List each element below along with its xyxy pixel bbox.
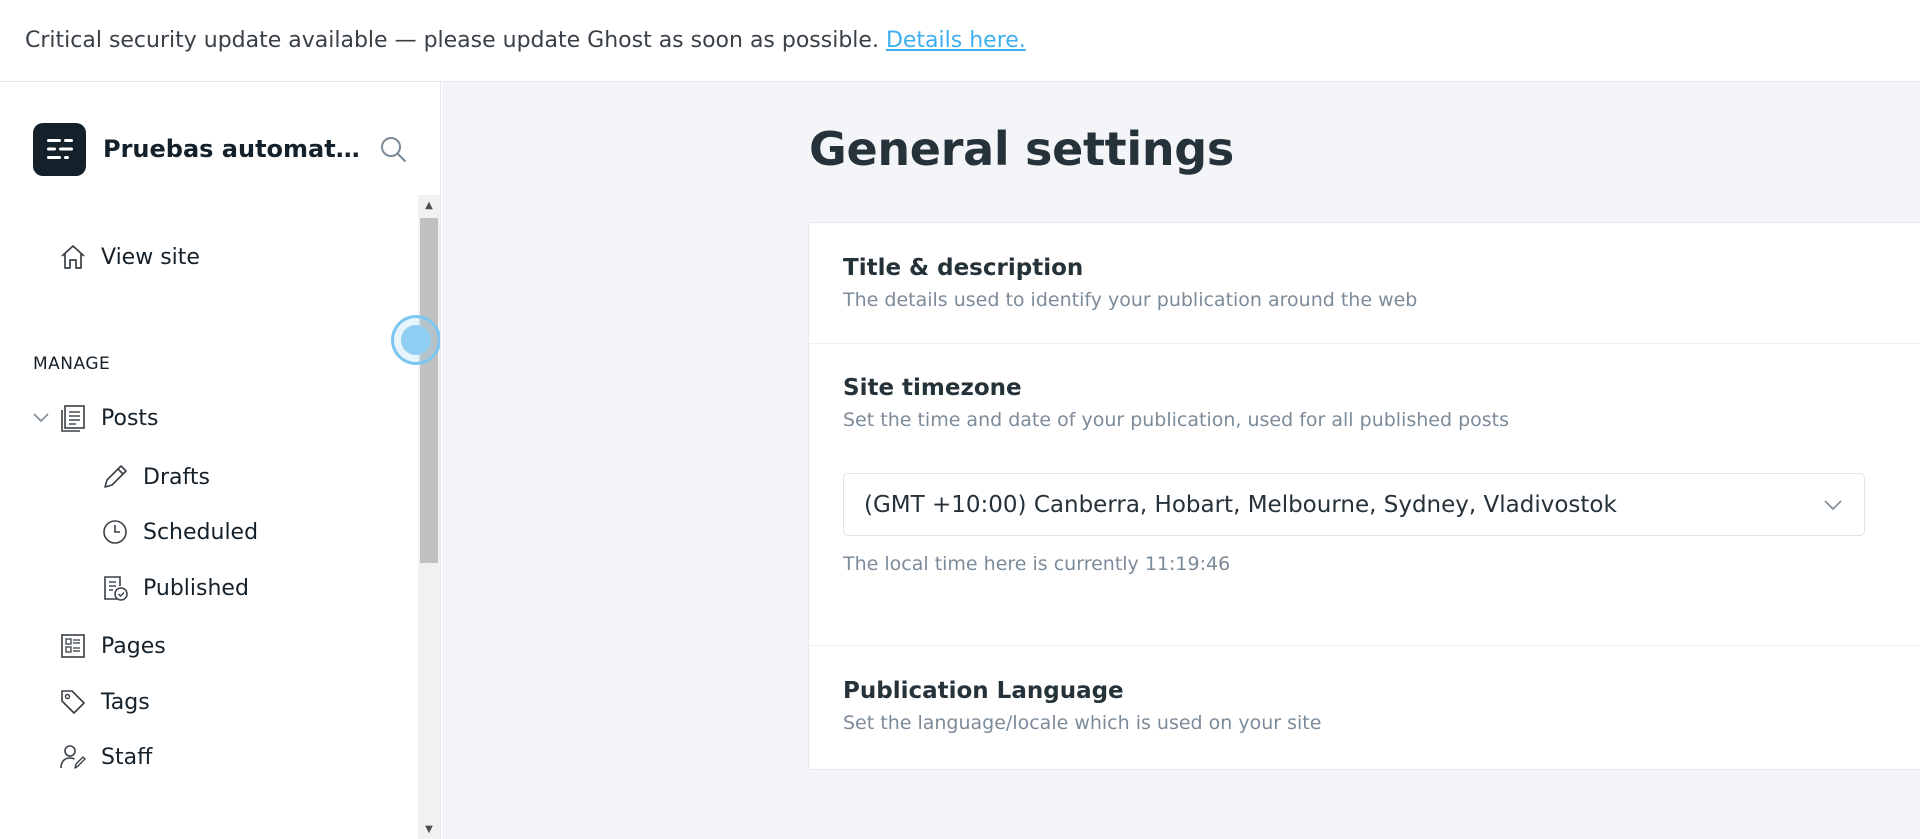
posts-collapse-toggle[interactable] [31, 408, 51, 428]
sidebar-scrollbar[interactable]: ▲ ▼ [418, 195, 440, 839]
sidebar-item-scheduled[interactable]: Scheduled [101, 512, 258, 552]
sidebar-item-label: Drafts [143, 464, 210, 490]
published-icon [101, 574, 129, 602]
title-description-section[interactable]: Title & description The details used to … [843, 255, 1417, 311]
scroll-up-arrow-icon[interactable]: ▲ [418, 195, 440, 215]
search-icon [381, 137, 406, 162]
tag-icon [59, 688, 87, 716]
cursor-indicator-center [401, 325, 431, 355]
staff-icon [59, 743, 87, 771]
sidebar-item-label: Published [143, 575, 249, 601]
security-update-banner: Critical security update available — ple… [0, 0, 1920, 82]
chevron-down-icon [1822, 494, 1844, 516]
chevron-down-icon [33, 413, 49, 423]
sidebar-item-tags[interactable]: Tags [59, 682, 150, 722]
timezone-selected-value: (GMT +10:00) Canberra, Hobart, Melbourne… [864, 491, 1617, 518]
sidebar-item-label: View site [101, 244, 200, 270]
section-description: Set the language/locale which is used on… [843, 712, 1322, 734]
sidebar-item-pages[interactable]: Pages [59, 626, 166, 666]
section-description: The details used to identify your public… [843, 289, 1418, 311]
manage-section-label: MANAGE [33, 354, 111, 374]
brand[interactable]: Pruebas automatiz... [33, 122, 363, 176]
brand-logo-icon [33, 122, 86, 176]
section-divider [809, 645, 1920, 646]
cursor-indicator [391, 315, 440, 365]
pencil-icon [101, 463, 129, 491]
site-name: Pruebas automatiz... [103, 135, 363, 163]
sidebar-item-label: Posts [101, 405, 159, 431]
posts-icon [59, 404, 87, 432]
local-time-text: The local time here is currently 11:19:4… [843, 553, 1231, 575]
sidebar-item-label: Pages [101, 633, 166, 659]
section-heading: Title & description [843, 255, 1084, 281]
clock-icon [101, 518, 129, 546]
sidebar-item-label: Staff [101, 744, 153, 770]
sidebar-item-label: Scheduled [143, 519, 259, 545]
page-title: General settings [809, 122, 1234, 176]
scroll-down-arrow-icon[interactable]: ▼ [418, 819, 440, 839]
publication-language-section[interactable]: Publication Language Set the language/lo… [843, 678, 1321, 734]
main-content: General settings Title & description The… [442, 82, 1920, 839]
details-link[interactable]: Details here. [886, 28, 1026, 53]
sidebar: Pruebas automatiz... View site MANAGE Po… [0, 82, 441, 839]
sidebar-item-view-site[interactable]: View site [59, 237, 200, 277]
sidebar-item-published[interactable]: Published [101, 568, 249, 608]
home-icon [59, 243, 87, 271]
site-timezone-section: Site timezone Set the time and date of y… [843, 375, 1509, 431]
section-heading: Site timezone [843, 375, 1022, 401]
pages-icon [59, 632, 87, 660]
scroll-thumb[interactable] [420, 218, 438, 563]
banner-message: Critical security update available — ple… [25, 28, 879, 53]
section-description: Set the time and date of your publicatio… [843, 409, 1510, 431]
section-heading: Publication Language [843, 678, 1124, 704]
search-button[interactable] [376, 132, 410, 166]
timezone-select[interactable]: (GMT +10:00) Canberra, Hobart, Melbourne… [843, 473, 1865, 536]
sidebar-item-posts[interactable]: Posts [59, 398, 159, 438]
sidebar-item-label: Tags [101, 689, 150, 715]
sidebar-item-staff[interactable]: Staff [59, 737, 152, 777]
sidebar-item-drafts[interactable]: Drafts [101, 457, 210, 497]
section-divider [809, 343, 1920, 344]
settings-card: Title & description The details used to … [808, 222, 1920, 770]
